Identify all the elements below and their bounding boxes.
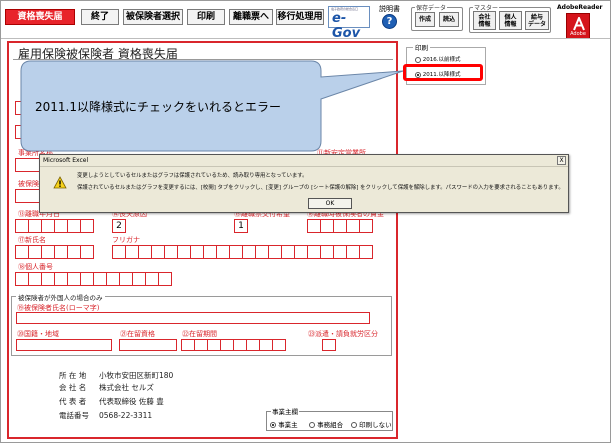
nationality-field[interactable] xyxy=(16,339,112,351)
app-title-tab[interactable]: 資格喪失届 xyxy=(5,9,75,25)
representative-value: 代表取締役 佐藤 豊 xyxy=(99,397,164,406)
save-read-button[interactable]: 読込 xyxy=(439,12,459,27)
f22-label: ㉒在留期間 xyxy=(182,330,217,338)
migration-button[interactable]: 移行処理用 xyxy=(276,9,324,25)
adobe-text: Adobe xyxy=(570,31,586,37)
highlight-box xyxy=(403,64,483,81)
print-panel-title: 印刷 xyxy=(413,42,430,52)
dispatch-field[interactable] xyxy=(322,339,336,351)
exit-button[interactable]: 終了 xyxy=(81,9,119,25)
office-name-field[interactable] xyxy=(15,158,41,172)
excel-sheet-window: 資格喪失届 終了 被保険者選択 印刷 離職票へ 移行処理用 電子政府の総合窓口 … xyxy=(0,0,611,443)
print-option-old[interactable]: 2016.以前様式 xyxy=(415,55,461,63)
dialog-titlebar: Microsoft Excel X xyxy=(40,155,568,167)
separation-slip-button[interactable]: 離職票へ xyxy=(229,9,273,25)
company-info-button[interactable]: 会社 情報 xyxy=(473,11,496,30)
select-insured-button[interactable]: 被保険者選択 xyxy=(123,9,183,25)
representative-label: 代 表 者 xyxy=(59,397,87,406)
close-icon: X xyxy=(559,157,564,164)
address-value: 小牧市安田区新町180 xyxy=(99,371,174,380)
excel-dialog: Microsoft Excel X 変更しようとしているセルまたはグラフは保護さ… xyxy=(39,154,569,213)
personal-info-button[interactable]: 個人 情報 xyxy=(499,11,522,30)
dialog-title: Microsoft Excel xyxy=(43,157,89,164)
help-label: 説明書 xyxy=(379,5,400,13)
save-data-group: 保存データ 作成 読込 xyxy=(411,3,463,31)
company-name-label: 会 社 名 xyxy=(59,383,87,392)
company-name-value: 株式会社 セルズ xyxy=(99,383,154,392)
f21-label: ㉑在留資格 xyxy=(120,330,155,338)
address-label: 所 在 地 xyxy=(59,371,87,380)
employer-option-owner[interactable]: 事業主 xyxy=(270,419,298,429)
dialog-close-button[interactable]: X xyxy=(557,156,566,165)
romaji-name-field[interactable] xyxy=(16,312,370,324)
foreign-group: 被保険者が外国人の場合のみ ⑲被保険者氏名(ローマ字) ⑳国籍・地域 ㉑在留資格… xyxy=(11,292,392,356)
warning-icon xyxy=(53,174,67,189)
egov-button[interactable]: 電子政府の総合窓口 e-Gov xyxy=(328,6,370,41)
master-group: マスター 会社 情報 個人 情報 給与 データ xyxy=(469,3,551,33)
f18-label: ⑱個人番号 xyxy=(18,263,53,271)
radio-icon xyxy=(351,422,357,428)
residence-period-cells[interactable] xyxy=(181,339,286,351)
residence-status-field[interactable] xyxy=(119,339,177,351)
adobe-reader-label: AdobeReader xyxy=(557,4,603,11)
save-group-title: 保存データ xyxy=(415,3,448,12)
individual-number-cells[interactable] xyxy=(15,272,172,286)
f19-label: ⑲被保険者氏名(ローマ字) xyxy=(17,304,100,312)
toolbar-divider xyxy=(1,38,610,39)
employer-option-owner-label: 事業主 xyxy=(278,421,298,429)
egov-logo: e-Gov xyxy=(332,11,361,41)
save-create-button[interactable]: 作成 xyxy=(415,12,435,27)
f17-label: ⑰新氏名 xyxy=(18,236,46,244)
salary-data-button[interactable]: 給与 データ xyxy=(525,11,549,30)
new-name-cells[interactable] xyxy=(15,245,94,259)
insured-field[interactable] xyxy=(15,189,41,203)
employer-group-title: 事業主欄 xyxy=(271,406,299,416)
help-icon: ? xyxy=(386,16,393,27)
employer-option-association-label: 事務組合 xyxy=(317,421,344,429)
loss-reason-cell[interactable]: 2 xyxy=(112,219,126,233)
wage-cells[interactable] xyxy=(307,219,373,233)
f23-label: ㉓派遣・請負就労区分 xyxy=(308,330,378,338)
foreign-group-title: 被保険者が外国人の場合のみ xyxy=(16,292,105,302)
radio-icon xyxy=(415,56,421,63)
separation-date-cells[interactable] xyxy=(15,219,94,233)
adobe-reader-button[interactable]: Adobe xyxy=(566,13,590,39)
help-button[interactable]: ? xyxy=(382,14,397,29)
employer-option-noprint-label: 印刷しない xyxy=(359,421,392,429)
insured-label: 被保険 xyxy=(18,180,39,188)
callout-text: 2011.1以降様式にチェックをいれるとエラー xyxy=(35,100,281,114)
radio-icon xyxy=(309,422,315,428)
employer-option-association[interactable]: 事務組合 xyxy=(309,419,343,429)
certificate-cell[interactable]: 1 xyxy=(234,219,248,233)
f20-label: ⑳国籍・地域 xyxy=(17,330,59,338)
dialog-ok-button[interactable]: OK xyxy=(308,198,352,209)
adobe-icon xyxy=(572,15,586,31)
employer-group: 事業主欄 事業主 事務組合 印刷しない xyxy=(266,406,393,431)
kana-cells[interactable] xyxy=(112,245,373,259)
phone-value: 0568-22-3311 xyxy=(99,411,153,420)
dialog-message-line1: 変更しようとしているセルまたはグラフは保護されているため、読み取り専用となってい… xyxy=(77,173,308,179)
radio-selected-icon xyxy=(270,422,276,428)
kana-label: フリガナ xyxy=(112,236,140,244)
employer-option-noprint[interactable]: 印刷しない xyxy=(351,419,392,429)
print-option-old-label: 2016.以前様式 xyxy=(422,57,461,63)
phone-label: 電話番号 xyxy=(59,411,89,420)
print-button[interactable]: 印刷 xyxy=(187,9,225,25)
dialog-message-line2: 保護されているセルまたはグラフを変更するには、[校閲] タブをクリックし、[変更… xyxy=(77,185,564,191)
